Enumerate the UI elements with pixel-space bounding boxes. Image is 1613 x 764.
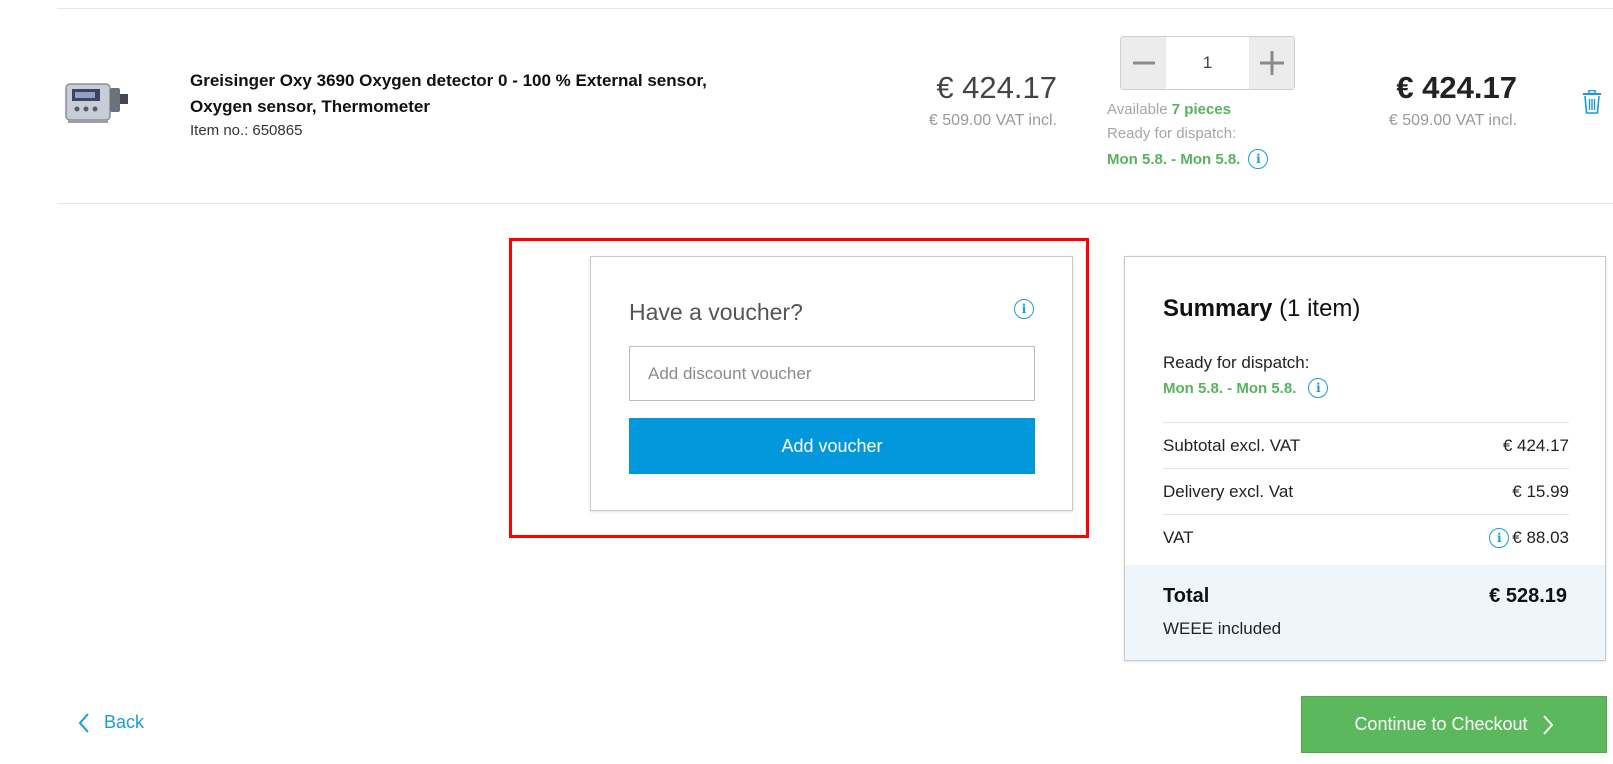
- summary-row-vat-value: i € 88.03: [1489, 527, 1569, 548]
- availability-label: Available: [1107, 101, 1168, 118]
- total-label: Total: [1163, 585, 1210, 607]
- unit-price-vat: € 509.00 VAT incl.: [928, 112, 1057, 129]
- info-icon[interactable]: i: [1308, 378, 1329, 398]
- summary-dispatch-date: Mon 5.8. - Mon 5.8. i: [1163, 378, 1329, 398]
- voucher-input[interactable]: [629, 346, 1035, 401]
- continue-to-checkout-button[interactable]: Continue to Checkout: [1301, 696, 1607, 753]
- trash-icon[interactable]: [1582, 89, 1602, 114]
- decrease-quantity-button[interactable]: [1121, 37, 1166, 89]
- summary-row-delivery: Delivery excl. Vat € 15.99: [1163, 468, 1569, 514]
- total-line: Total € 528.19: [1163, 585, 1567, 608]
- item-number-label: Item no.:: [190, 122, 249, 139]
- dispatch-date-text: Mon 5.8. - Mon 5.8.: [1107, 150, 1241, 168]
- summary-row-label: Subtotal excl. VAT: [1163, 435, 1301, 455]
- item-number-value: 650865: [252, 122, 303, 139]
- minus-icon: [1132, 61, 1155, 65]
- item-number: Item no.: 650865: [190, 122, 302, 139]
- summary-row-value: € 88.03: [1512, 527, 1569, 547]
- summary-row-subtotal: Subtotal excl. VAT € 424.17: [1163, 422, 1569, 468]
- info-icon[interactable]: i: [1014, 299, 1034, 319]
- quantity-input[interactable]: 1: [1166, 37, 1249, 89]
- summary-row-label: Delivery excl. Vat: [1163, 481, 1294, 501]
- total-panel: Total € 528.19 WEEE included: [1125, 565, 1605, 660]
- summary-card: Summary (1 item) Ready for dispatch: Mon…: [1124, 256, 1606, 661]
- summary-rows: Subtotal excl. VAT € 424.17 Delivery exc…: [1163, 422, 1569, 560]
- availability-value: 7 pieces: [1171, 101, 1231, 118]
- summary-heading: Summary: [1163, 295, 1273, 322]
- product-thumbnail[interactable]: [64, 80, 130, 126]
- add-voucher-button[interactable]: Add voucher: [629, 418, 1035, 474]
- dispatch-label: Ready for dispatch:: [1107, 125, 1237, 142]
- weee-note: WEEE included: [1163, 619, 1282, 638]
- summary-row-value: € 424.17: [1502, 435, 1569, 455]
- info-icon[interactable]: i: [1248, 149, 1269, 169]
- info-icon[interactable]: i: [1489, 527, 1510, 548]
- back-link[interactable]: Back: [78, 712, 144, 733]
- availability: Available 7 pieces: [1107, 101, 1231, 118]
- row-total-price: € 424.17: [1396, 70, 1517, 105]
- summary-dispatch-label: Ready for dispatch:: [1163, 353, 1310, 372]
- voucher-card: Have a voucher? i Add voucher: [590, 256, 1073, 511]
- unit-price: € 424.17: [936, 70, 1057, 105]
- summary-row-value: € 15.99: [1512, 481, 1569, 501]
- increase-quantity-button[interactable]: [1249, 37, 1294, 89]
- summary-row-vat: VAT i € 88.03: [1163, 514, 1569, 560]
- product-title[interactable]: Greisinger Oxy 3690 Oxygen detector 0 - …: [190, 68, 770, 120]
- summary-title: Summary (1 item): [1163, 295, 1360, 323]
- voucher-title: Have a voucher?: [629, 299, 803, 325]
- total-value: € 528.19: [1489, 585, 1567, 607]
- quantity-stepper: 1: [1120, 36, 1295, 90]
- chevron-right-icon: [1542, 714, 1553, 735]
- chevron-left-icon: [78, 712, 89, 733]
- checkout-label: Continue to Checkout: [1354, 714, 1528, 734]
- back-label: Back: [104, 712, 145, 732]
- summary-dispatch-date-text: Mon 5.8. - Mon 5.8.: [1163, 379, 1297, 397]
- plus-icon: [1259, 51, 1284, 75]
- row-total-vat: € 509.00 VAT incl.: [1388, 112, 1517, 129]
- summary-row-label: VAT: [1163, 527, 1194, 547]
- dispatch-date: Mon 5.8. - Mon 5.8. i: [1107, 149, 1269, 169]
- summary-item-count: (1 item): [1279, 295, 1361, 322]
